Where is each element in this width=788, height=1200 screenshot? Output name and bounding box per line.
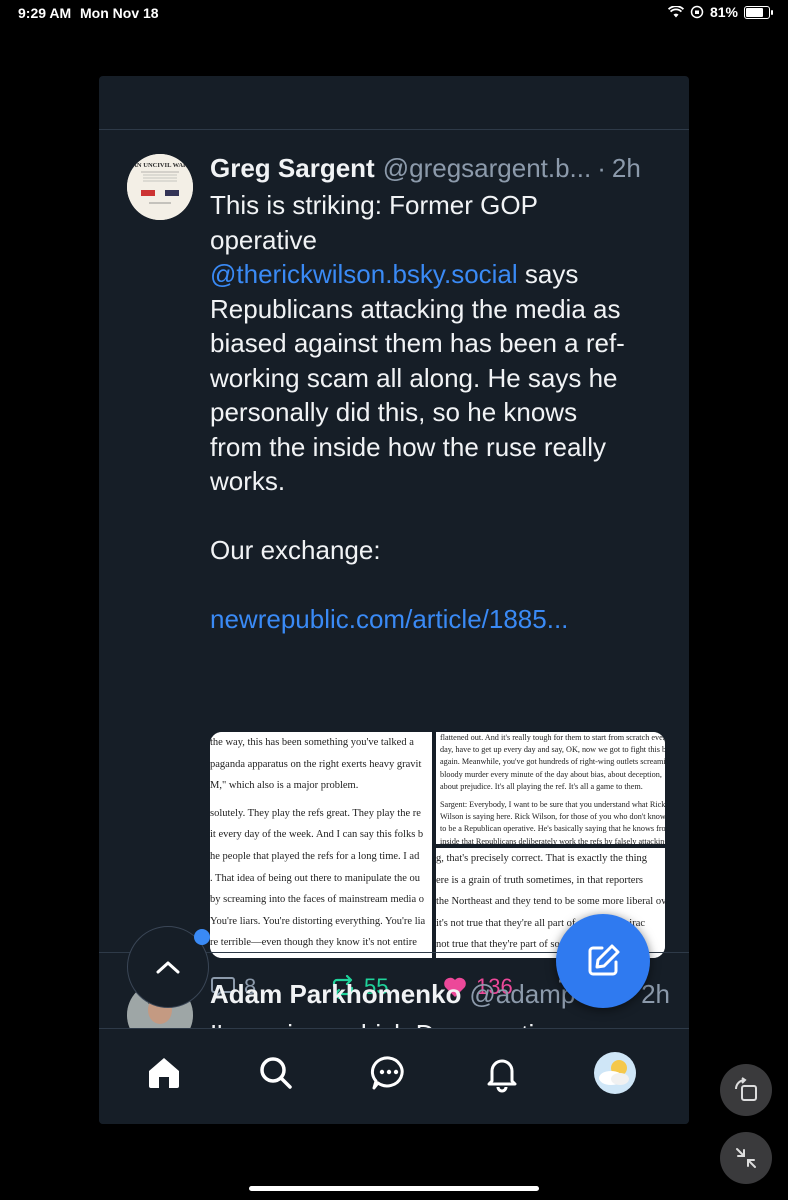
status-bar: 9:29 AM Mon Nov 18 81%: [0, 0, 788, 28]
post-text-line: operative: [210, 224, 317, 255]
excerpt-line: M," which also is a major problem.: [210, 780, 359, 792]
bell-icon: [487, 1059, 517, 1093]
rotate-icon: [735, 1077, 757, 1101]
search-icon: [260, 1057, 292, 1089]
excerpt-line: the way, this has been something you've …: [210, 737, 414, 748]
chevron-up-icon: [156, 961, 180, 974]
status-date: Mon Nov 18: [80, 5, 159, 21]
image-excerpt-top-right[interactable]: flattened out. And it's really tough for…: [436, 732, 665, 844]
article-link[interactable]: newrepublic.com/article/1885...: [210, 602, 670, 637]
battery-percent: 81%: [709, 4, 738, 20]
post-text-line: Our exchange:: [210, 535, 381, 565]
author-name[interactable]: Greg Sargent: [210, 148, 375, 188]
excerpt-line: re terrible—even though they know it's n…: [210, 937, 417, 949]
excerpt-line: day, have to get up every day and say, O…: [440, 745, 665, 755]
chat-icon: [370, 1056, 404, 1090]
author-avatar[interactable]: AN UNCIVIL WAR: [127, 154, 193, 220]
excerpt-line: by screaming into the faces of mainstrea…: [210, 894, 425, 906]
mention-link[interactable]: @therickwilson.bsky.social: [210, 259, 518, 289]
minimize-button[interactable]: [720, 1132, 772, 1184]
post-text: This is striking: Former GOP operative @…: [210, 188, 670, 637]
compose-post-button[interactable]: [556, 914, 650, 1008]
excerpt-line: the Northeast and they tend to be some m…: [436, 896, 665, 908]
post-text-line: @therickwilson.bsky.social says: [210, 257, 670, 292]
excerpt-line: to resist it. It's really tough to push …: [210, 954, 432, 958]
post-text-line: This is striking: Former GOP: [210, 190, 538, 220]
excerpt-line: it every day of the week. And I can say …: [210, 829, 424, 841]
post-header: Greg Sargent @gregsargent.b... · 2h: [210, 148, 670, 188]
excerpt-line: ere is a grain of truth sometimes, in th…: [436, 874, 644, 886]
excerpt-line: about prejudice. It's all playing the re…: [440, 781, 643, 791]
home-indicator[interactable]: [249, 1186, 539, 1191]
nav-search[interactable]: [254, 1051, 298, 1095]
rotate-button[interactable]: [720, 1064, 772, 1116]
excerpt-line: again. Meanwhile, you've got hundreds of…: [440, 757, 665, 767]
status-indicators: 81%: [667, 4, 773, 20]
status-time: 9:29 AM: [18, 5, 72, 21]
post-text-line: biased against them has been a ref-: [210, 328, 625, 358]
author-name[interactable]: Adam Parkhomenko: [210, 974, 461, 1014]
minimize-icon: [736, 1148, 756, 1168]
profile-avatar-icon: [594, 1052, 636, 1094]
author-handle[interactable]: @gregsargent.b...: [383, 148, 592, 188]
excerpt-line: You're liars. You're distorting everythi…: [210, 915, 426, 927]
nav-notifications[interactable]: [480, 1051, 524, 1095]
excerpt-line: to be a Republican operative. He's basic…: [440, 824, 665, 834]
rotation-lock-icon: [690, 5, 704, 19]
image-excerpt-left[interactable]: the way, this has been something you've …: [210, 732, 432, 958]
header-divider: [99, 129, 689, 130]
nav-home[interactable]: [142, 1051, 186, 1095]
book-cover-avatar-icon: AN UNCIVIL WAR: [127, 154, 193, 220]
home-icon: [149, 1058, 179, 1088]
compose-icon: [588, 944, 620, 976]
svg-text:AN UNCIVIL WAR: AN UNCIVIL WAR: [132, 162, 188, 169]
post-text-line: personally did this, so he knows: [210, 397, 578, 427]
excerpt-line: Wilson is saying here. Rick Wilson, for …: [440, 812, 665, 822]
post-text-line: works.: [210, 466, 286, 496]
excerpt-line: Sargent: Everybody, I want to be sure th…: [440, 800, 665, 810]
separator-dot: ·: [597, 153, 606, 183]
nav-profile[interactable]: [593, 1051, 637, 1095]
nav-chat[interactable]: [367, 1051, 411, 1095]
post-text-line: working scam all along. He says he: [210, 362, 618, 393]
excerpt-line: g, that's precisely correct. That is exa…: [436, 853, 648, 864]
battery-fill: [746, 7, 763, 17]
excerpt-line: . That idea of being out there to manipu…: [210, 872, 421, 884]
wifi-icon: [667, 6, 684, 18]
scroll-to-top-button[interactable]: [127, 926, 210, 1008]
post-text-fragment: says: [517, 259, 579, 289]
excerpt-line: he people that played the refs for a lon…: [210, 850, 420, 862]
app-window[interactable]: AN UNCIVIL WAR Greg Sargent @gregsargent…: [99, 76, 689, 1124]
new-posts-indicator: [194, 929, 210, 945]
post-text-line: from the inside how the ruse really: [210, 431, 606, 462]
excerpt-line: paganda apparatus on the right exerts he…: [210, 758, 422, 770]
battery-icon: [744, 5, 773, 19]
post-body: Greg Sargent @gregsargent.b... · 2h This…: [210, 148, 670, 637]
post-time: 2h: [611, 153, 641, 183]
excerpt-line: bloody murder every minute of the day ab…: [440, 769, 662, 779]
post-text-line: Republicans attacking the media as: [210, 293, 621, 324]
excerpt-line: inside that Republicans deliberately wor…: [440, 836, 665, 844]
excerpt-line: solutely. They play the refs great. They…: [210, 807, 421, 819]
bottom-navigation: [99, 1028, 689, 1124]
excerpt-line: flattened out. And it's really tough for…: [440, 733, 665, 742]
